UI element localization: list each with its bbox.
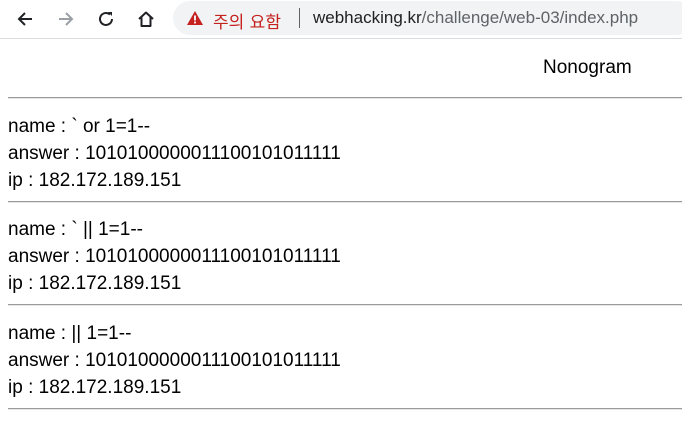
url-path: /challenge/web-03/index.php bbox=[421, 8, 639, 27]
divider bbox=[8, 201, 682, 203]
entry-answer: answer : 1010100000011100101011111 bbox=[8, 350, 341, 371]
entry-ip: ip : 182.172.189.151 bbox=[8, 377, 182, 398]
entry-name: name : ` || 1=1-- bbox=[8, 219, 144, 240]
divider bbox=[8, 304, 682, 306]
security-warning-text[interactable]: 주의 요함 bbox=[213, 8, 281, 33]
arrow-right-icon bbox=[59, 12, 74, 26]
entry-ip: ip : 182.172.189.151 bbox=[8, 170, 182, 191]
home-icon bbox=[138, 11, 154, 27]
entry-answer: answer : 1010100000011100101011111 bbox=[8, 143, 341, 164]
entry-answer: answer : 1010100000011100101011111 bbox=[8, 246, 341, 267]
arrow-left-icon bbox=[17, 12, 32, 26]
reload-icon bbox=[99, 11, 113, 26]
reload-button[interactable] bbox=[93, 6, 119, 32]
address-bar[interactable]: 주의 요함 webhacking.kr/challenge/web-03/ind… bbox=[173, 1, 682, 35]
entry-name: name : ` or 1=1-- bbox=[8, 116, 151, 137]
warning-triangle-icon bbox=[187, 11, 203, 25]
page-title: Nonogram bbox=[543, 57, 632, 78]
divider bbox=[8, 97, 682, 99]
entry-name: name : || 1=1-- bbox=[8, 323, 132, 344]
back-button[interactable] bbox=[12, 6, 38, 32]
forward-button[interactable] bbox=[53, 6, 79, 32]
browser-toolbar: 주의 요함 webhacking.kr/challenge/web-03/ind… bbox=[0, 0, 682, 39]
divider bbox=[8, 408, 682, 410]
home-button[interactable] bbox=[133, 6, 159, 32]
url-text[interactable]: webhacking.kr/challenge/web-03/index.php bbox=[313, 8, 638, 28]
url-host: webhacking.kr bbox=[313, 8, 422, 27]
entry-ip: ip : 182.172.189.151 bbox=[8, 273, 182, 294]
omnibox-separator bbox=[299, 8, 300, 28]
